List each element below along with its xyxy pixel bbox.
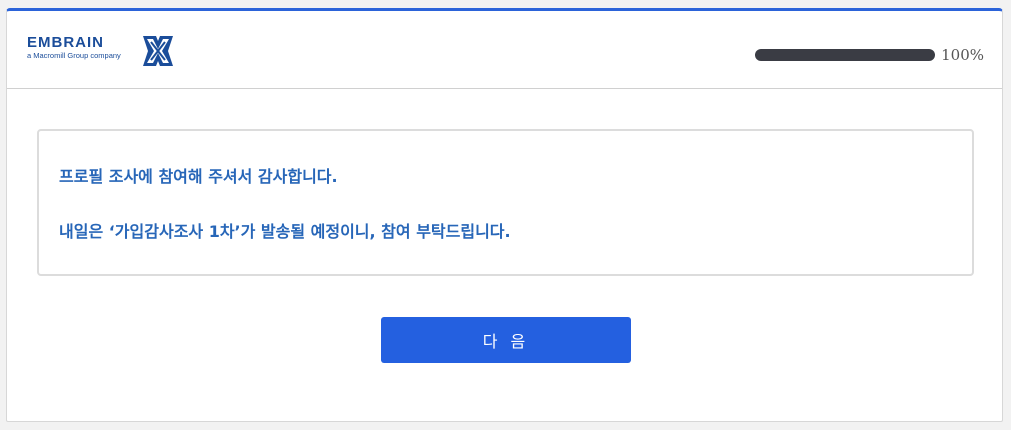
progress-fill [755, 49, 936, 61]
thank-you-message: 프로필 조사에 참여해 주셔서 감사합니다. [59, 167, 338, 186]
logo-brand: EMBRAIN [27, 34, 104, 51]
next-button[interactable]: 다 음 [381, 317, 631, 363]
logo-tagline: a Macromill Group company [27, 51, 121, 60]
message-box: 프로필 조사에 참여해 주셔서 감사합니다. 내일은 ‘가입감사조사 1차’가 … [37, 129, 974, 276]
progress-label: 100% [941, 46, 984, 64]
progress-indicator: 100% [755, 45, 984, 65]
survey-frame: EMBRAIN a Macromill Group company 100% 프… [6, 8, 1003, 422]
next-survey-notice: 내일은 ‘가입감사조사 1차’가 발송될 예정이니, 참여 부탁드립니다. [59, 222, 511, 241]
embrain-x-mark-icon [142, 35, 174, 67]
logo-text: EMBRAIN a Macromill Group company [27, 34, 121, 61]
header: EMBRAIN a Macromill Group company 100% [7, 11, 1002, 89]
progress-bar [755, 49, 936, 61]
